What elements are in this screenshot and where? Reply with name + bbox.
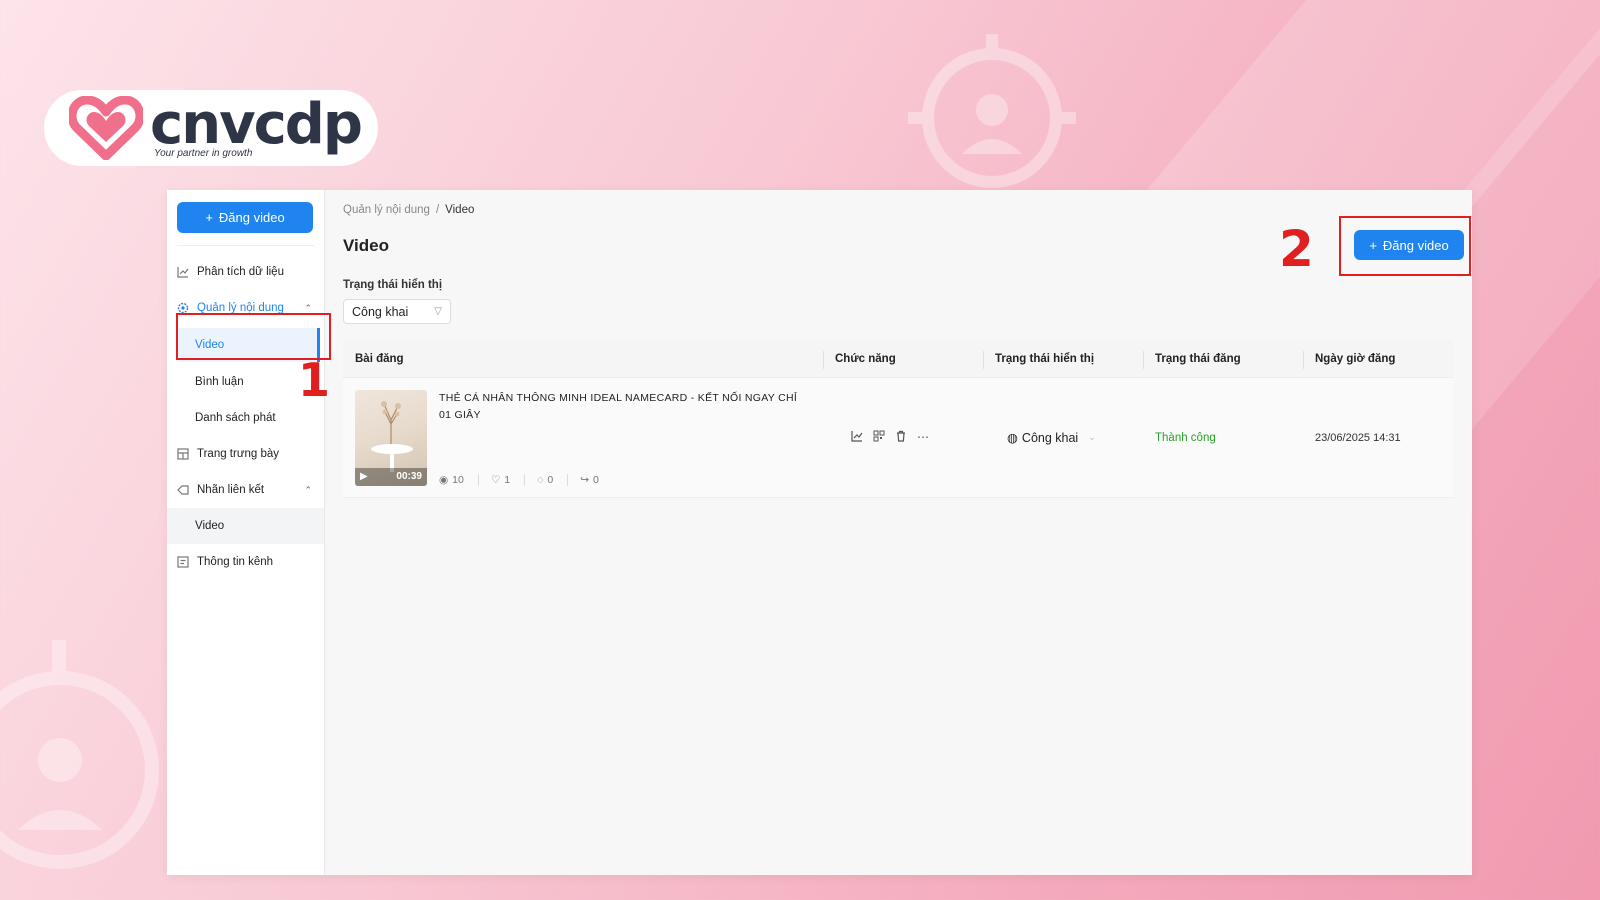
tag-icon (177, 484, 189, 496)
annotation-box-2 (1339, 216, 1471, 276)
sidebar-divider (177, 245, 314, 246)
column-header-publish-date: Ngày giờ đăng (1303, 350, 1453, 369)
column-header-post: Bài đăng (355, 352, 404, 365)
annotation-number-1: 1 (298, 353, 331, 407)
brand-name: cnvcdp (150, 92, 363, 157)
video-table: Bài đăng Chức năng Trạng thái hiển thị T… (343, 340, 1453, 498)
post-body: THẺ CÁ NHÂN THÔNG MINH IDEAL NAMECARD - … (439, 390, 809, 486)
publish-datetime: 23/06/2025 14:31 (1315, 431, 1401, 444)
actions-cell: ⋯ (823, 430, 983, 445)
video-duration: 00:39 (396, 471, 422, 482)
sidebar-item-label: Phân tích dữ liệu (197, 266, 284, 278)
chevron-up-icon[interactable]: ⌃ (304, 485, 312, 496)
breadcrumb-separator: / (435, 204, 440, 216)
shares-count: 0 (593, 473, 599, 486)
shares-stat: ↪ 0 (567, 473, 599, 486)
brand-logo: cnvcdp Your partner in growth (44, 90, 378, 166)
sidebar-item-linked-labels[interactable]: Nhãn liên kết ⌃ (167, 472, 324, 508)
chart-line-icon (177, 266, 189, 278)
vase-image (381, 400, 401, 444)
sidebar-item-showcase[interactable]: Trang trưng bày (167, 436, 324, 472)
column-header-actions: Chức năng (823, 350, 983, 369)
table-row[interactable]: ▶ 00:39 THẺ CÁ NHÂN THÔNG MINH IDEAL NAM… (343, 378, 1453, 498)
sidebar-item-label: Trang trưng bày (197, 448, 280, 460)
showcase-icon (177, 448, 189, 460)
visibility-dropdown[interactable]: ◍ Công khai ⌄ (995, 430, 1143, 446)
plus-icon: + (205, 210, 213, 225)
share-icon: ↪ (580, 473, 590, 486)
analytics-icon[interactable] (851, 430, 863, 445)
brand-tagline: Your partner in growth (154, 148, 253, 159)
main-content: Quản lý nội dung / Video Video + Đăng vi… (325, 190, 1472, 875)
globe-icon: ◍ (1007, 431, 1018, 445)
annotation-number-2: 2 (1279, 220, 1314, 278)
breadcrumb-current: Video (445, 204, 475, 216)
sidebar-item-label: Thông tin kênh (197, 556, 274, 568)
column-header-visibility: Trạng thái hiển thị (983, 350, 1143, 369)
chevron-down-icon: ⌄ (1088, 432, 1096, 442)
views-count: 10 (452, 473, 464, 486)
post-cell: ▶ 00:39 THẺ CÁ NHÂN THÔNG MINH IDEAL NAM… (343, 389, 823, 486)
heart-icon (66, 95, 146, 161)
chevron-up-icon[interactable]: ⌃ (304, 303, 312, 314)
comment-icon: ◌ (537, 473, 544, 486)
visibility-value: Công khai (1021, 430, 1079, 445)
post-stats: ◉ 10 ♡ 1 ◌ 0 ↪ 0 (439, 473, 809, 486)
audience-target-icon (0, 640, 159, 869)
sidebar-item-channel-info[interactable]: Thông tin kênh (167, 544, 324, 580)
table-header: Bài đăng Chức năng Trạng thái hiển thị T… (343, 340, 1453, 378)
breadcrumb-parent-link[interactable]: Quản lý nội dung (343, 204, 430, 216)
heart-outline-icon: ♡ (490, 473, 501, 486)
select-value: Công khai (352, 304, 409, 319)
visibility-filter-label: Trạng thái hiển thị (343, 279, 443, 291)
filter-funnel-icon: ▽ (434, 306, 442, 317)
sidebar-item-analytics[interactable]: Phân tích dữ liệu (167, 254, 324, 290)
column-header-publish-status: Trạng thái đăng (1143, 350, 1303, 369)
play-icon[interactable]: ▶ (360, 471, 368, 482)
row-actions: ⋯ (835, 430, 983, 445)
publish-status: Thành công (1155, 431, 1216, 444)
comments-count: 0 (547, 473, 554, 486)
video-thumbnail[interactable]: ▶ 00:39 (355, 389, 427, 486)
qr-code-icon[interactable] (873, 430, 885, 445)
trash-icon[interactable] (895, 430, 907, 445)
audience-target-icon (908, 34, 1076, 188)
likes-count: 1 (504, 473, 511, 486)
more-options-icon[interactable]: ⋯ (917, 430, 929, 445)
likes-stat: ♡ 1 (477, 473, 511, 486)
comments-stat: ◌ 0 (524, 473, 554, 486)
info-card-icon (177, 556, 189, 568)
sidebar-subitem-linked-video[interactable]: Video (167, 508, 324, 544)
eye-icon: ◉ (439, 473, 449, 486)
sidebar-item-label: Nhãn liên kết (197, 484, 265, 496)
sidebar: + Đăng video Phân tích dữ liệu Quản lý n… (167, 190, 325, 875)
breadcrumb: Quản lý nội dung / Video (343, 204, 1472, 216)
views-stat: ◉ 10 (439, 474, 464, 486)
visibility-filter-select[interactable]: Công khai ▽ (343, 299, 451, 324)
app-window: + Đăng video Phân tích dữ liệu Quản lý n… (167, 190, 1472, 875)
upload-button-label: Đăng video (218, 210, 285, 225)
post-title[interactable]: THẺ CÁ NHÂN THÔNG MINH IDEAL NAMECARD - … (439, 390, 809, 424)
visibility-cell: ◍ Công khai ⌄ (983, 430, 1143, 446)
video-overlay-bar: ▶ 00:39 (355, 467, 427, 486)
sidebar-upload-video-button[interactable]: + Đăng video (177, 202, 313, 233)
